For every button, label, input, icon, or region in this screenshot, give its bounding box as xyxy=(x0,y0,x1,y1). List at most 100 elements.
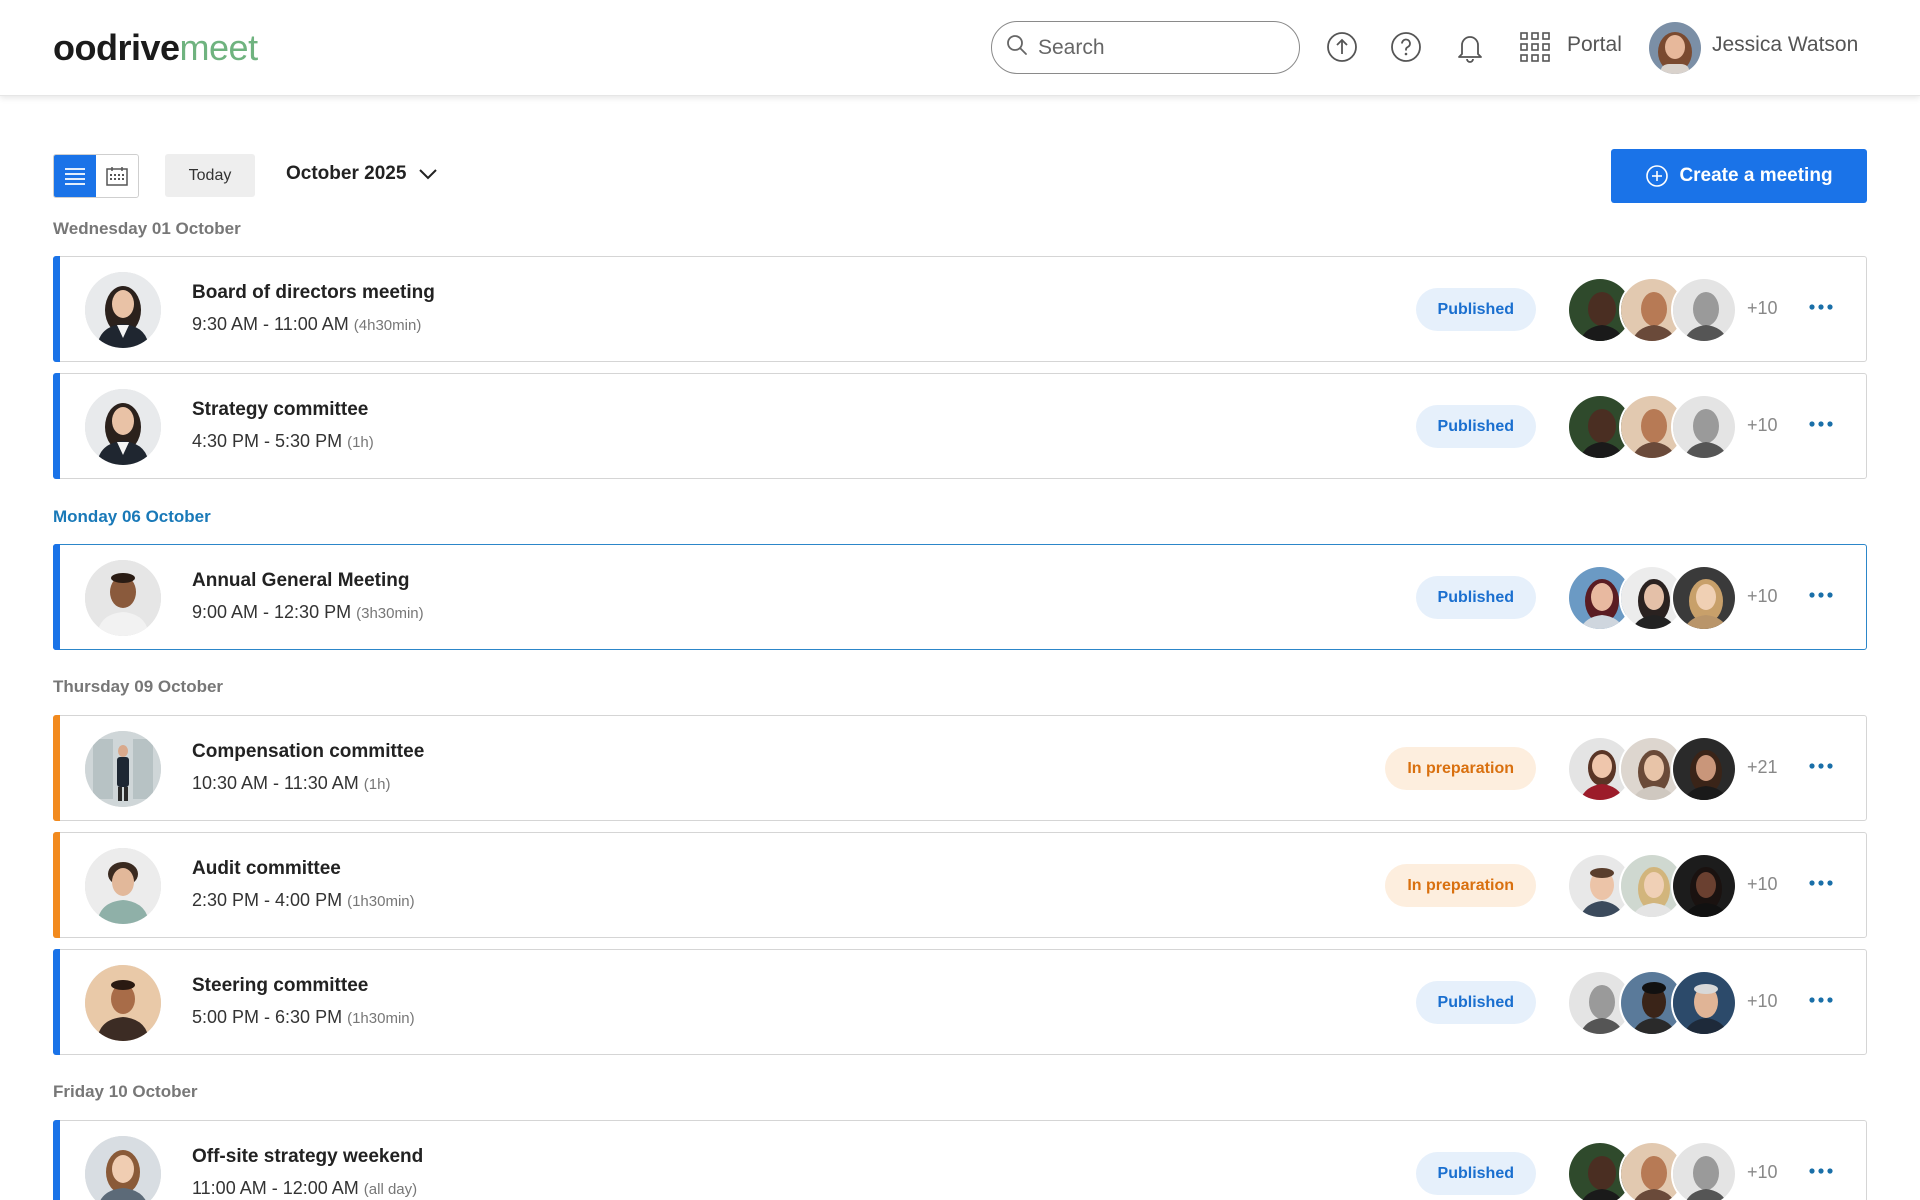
plus-circle-icon xyxy=(1646,165,1669,187)
user-avatar[interactable] xyxy=(1649,22,1701,74)
host-avatar xyxy=(85,560,161,636)
participant-avatars[interactable] xyxy=(1567,736,1737,802)
status-bar xyxy=(53,832,60,938)
calendar-view-button[interactable] xyxy=(96,155,138,197)
meeting-time: 9:00 AM - 12:30 PM (3h30min) xyxy=(192,602,424,623)
meeting-title[interactable]: Board of directors meeting xyxy=(192,282,435,304)
duration: (1h) xyxy=(363,776,391,793)
search-input[interactable] xyxy=(1038,35,1278,60)
participant-avatars[interactable] xyxy=(1567,277,1737,343)
time-range: 9:30 AM - 11:00 AM xyxy=(192,314,349,334)
duration: (1h30min) xyxy=(347,893,415,910)
participant-avatar xyxy=(1671,736,1737,802)
meeting-card[interactable]: Board of directors meeting 9:30 AM - 11:… xyxy=(53,256,1867,362)
calendar-icon xyxy=(106,167,128,186)
logo-secondary-text: meet xyxy=(179,27,259,68)
help-icon[interactable] xyxy=(1387,28,1425,66)
oodrive-meet-logo[interactable]: oodrivemeet xyxy=(53,26,258,70)
status-bar xyxy=(53,949,60,1055)
meeting-time: 5:00 PM - 6:30 PM (1h30min) xyxy=(192,1007,415,1028)
meeting-card[interactable]: Strategy committee 4:30 PM - 5:30 PM (1h… xyxy=(53,373,1867,479)
more-options-icon[interactable] xyxy=(1806,985,1836,1015)
user-name[interactable]: Jessica Watson xyxy=(1712,33,1858,57)
chevron-down-icon xyxy=(419,169,438,180)
participant-avatar xyxy=(1671,970,1737,1036)
duration: (1h) xyxy=(347,434,374,451)
top-bar: oodrivemeet Portal Jessica Watson xyxy=(0,0,1920,96)
duration: (1h30min) xyxy=(347,1010,415,1027)
month-selector[interactable]: October 2025 xyxy=(286,163,438,185)
time-range: 9:00 AM - 12:30 PM xyxy=(192,602,352,622)
day-header: Thursday 09 October xyxy=(53,677,224,696)
more-options-icon[interactable] xyxy=(1806,409,1836,439)
participant-avatar xyxy=(1671,565,1737,631)
status-bar xyxy=(53,373,60,479)
participant-avatar xyxy=(1671,277,1737,343)
participant-count: +10 xyxy=(1747,991,1778,1011)
participant-count: +10 xyxy=(1747,874,1778,894)
logo-primary-text: oodrive xyxy=(53,27,180,68)
more-options-icon[interactable] xyxy=(1806,580,1836,610)
duration: (all day) xyxy=(363,1181,418,1198)
meeting-card[interactable]: Off-site strategy weekend 11:00 AM - 12:… xyxy=(53,1120,1867,1200)
participant-count: +10 xyxy=(1747,586,1778,606)
meeting-card[interactable]: Compensation committee 10:30 AM - 11:30 … xyxy=(53,715,1867,821)
meeting-title[interactable]: Annual General Meeting xyxy=(192,570,409,592)
meeting-time: 11:00 AM - 12:00 AM (all day) xyxy=(192,1178,417,1199)
time-range: 2:30 PM - 4:00 PM xyxy=(192,890,343,910)
more-options-icon[interactable] xyxy=(1806,868,1836,898)
meeting-title[interactable]: Compensation committee xyxy=(192,741,424,763)
participant-avatar xyxy=(1671,1141,1737,1200)
participant-avatars[interactable] xyxy=(1567,970,1737,1036)
status-badge: Published xyxy=(1415,405,1536,448)
participant-count: +10 xyxy=(1747,415,1778,435)
participant-count: +21 xyxy=(1747,757,1778,777)
time-range: 11:00 AM - 12:00 AM xyxy=(192,1178,359,1198)
participant-avatars[interactable] xyxy=(1567,853,1737,919)
host-avatar xyxy=(85,731,161,807)
meeting-title[interactable]: Audit committee xyxy=(192,858,341,880)
host-avatar xyxy=(85,1136,161,1200)
create-meeting-button[interactable]: Create a meeting xyxy=(1611,149,1867,203)
host-avatar xyxy=(85,272,161,348)
search-icon xyxy=(1006,34,1028,61)
host-avatar xyxy=(85,848,161,924)
participant-avatar xyxy=(1671,394,1737,460)
portal-link[interactable]: Portal xyxy=(1567,33,1622,57)
apps-grid-icon[interactable] xyxy=(1516,28,1554,66)
host-avatar xyxy=(85,389,161,465)
list-view-button[interactable] xyxy=(54,155,96,197)
time-range: 10:30 AM - 11:30 AM xyxy=(192,773,359,793)
today-button[interactable]: Today xyxy=(165,154,255,197)
meeting-title[interactable]: Strategy committee xyxy=(192,399,368,421)
meeting-card[interactable]: Steering committee 5:00 PM - 6:30 PM (1h… xyxy=(53,949,1867,1055)
create-meeting-label: Create a meeting xyxy=(1679,165,1833,186)
month-label: October 2025 xyxy=(286,163,407,184)
meeting-time: 2:30 PM - 4:00 PM (1h30min) xyxy=(192,890,415,911)
participant-count: +10 xyxy=(1747,298,1778,318)
more-options-icon[interactable] xyxy=(1806,292,1836,322)
participant-count: +10 xyxy=(1747,1162,1778,1182)
meeting-title[interactable]: Off-site strategy weekend xyxy=(192,1146,423,1168)
participant-avatar xyxy=(1671,853,1737,919)
meeting-title[interactable]: Steering committee xyxy=(192,975,368,997)
duration: (4h30min) xyxy=(353,317,422,334)
upload-icon[interactable] xyxy=(1323,28,1361,66)
more-options-icon[interactable] xyxy=(1806,751,1836,781)
day-header: Friday 10 October xyxy=(53,1082,198,1101)
status-badge: Published xyxy=(1415,576,1536,619)
meeting-card[interactable]: Annual General Meeting 9:00 AM - 12:30 P… xyxy=(53,544,1867,650)
search-box[interactable] xyxy=(991,21,1300,74)
status-badge: Published xyxy=(1415,1152,1536,1195)
participant-avatars[interactable] xyxy=(1567,394,1737,460)
more-options-icon[interactable] xyxy=(1806,1156,1836,1186)
participant-avatars[interactable] xyxy=(1567,565,1737,631)
list-icon xyxy=(65,168,85,185)
meeting-time: 4:30 PM - 5:30 PM (1h) xyxy=(192,431,374,452)
duration: (3h30min) xyxy=(356,605,424,622)
participant-avatars[interactable] xyxy=(1567,1141,1737,1200)
meeting-card[interactable]: Audit committee 2:30 PM - 4:00 PM (1h30m… xyxy=(53,832,1867,938)
status-bar xyxy=(53,544,60,650)
status-bar xyxy=(53,1120,60,1200)
bell-icon[interactable] xyxy=(1451,28,1489,66)
